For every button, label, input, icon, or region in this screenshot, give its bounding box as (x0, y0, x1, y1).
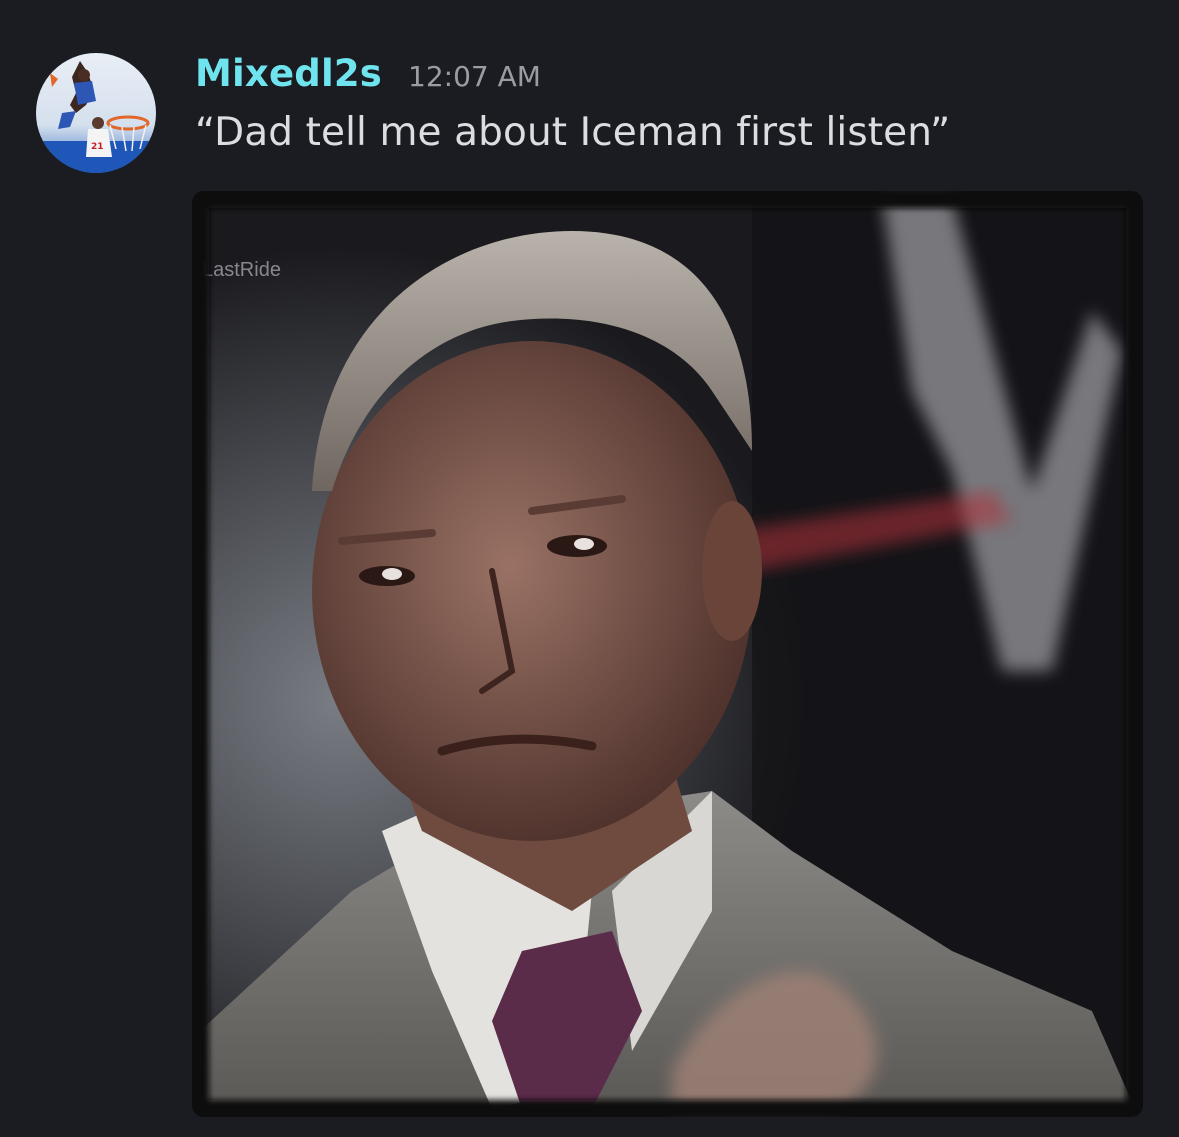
chat-message: 21 Mixedl2s 12:07 AM “Dad tell me about … (0, 0, 1179, 1137)
message-header: Mixedl2s 12:07 AM (195, 52, 541, 102)
timestamp: 12:07 AM (408, 60, 541, 93)
username[interactable]: Mixedl2s (195, 52, 382, 95)
message-text: “Dad tell me about Iceman first listen” (195, 110, 951, 155)
user-avatar[interactable]: 21 (36, 53, 156, 173)
watermark-label: LastRide (202, 259, 281, 281)
svg-text:21: 21 (91, 142, 104, 152)
meme-image: LastRide (192, 191, 1143, 1117)
basketball-dunk-avatar-icon: 21 (36, 53, 156, 173)
image-attachment[interactable]: LastRide (192, 191, 1143, 1117)
